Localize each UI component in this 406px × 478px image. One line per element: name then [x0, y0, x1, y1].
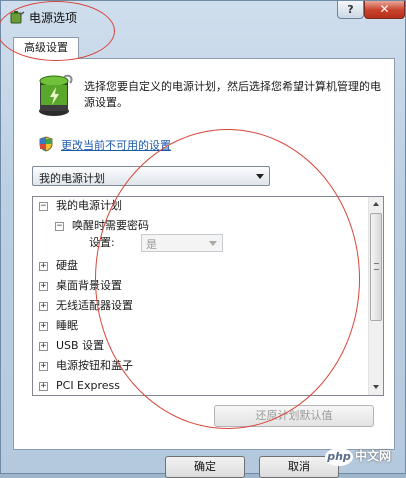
collapse-icon[interactable]: − [39, 202, 48, 211]
expand-icon[interactable]: + [39, 322, 48, 331]
tree-item-label: 电源按钮和盖子 [56, 359, 133, 372]
settings-tree: − 我的电源计划 − 唤醒时需要密码 设置: 是 + 硬盘 + 桌面背景设置 +… [32, 196, 384, 396]
scroll-down-icon[interactable] [369, 380, 383, 395]
tree-item-label: 无线适配器设置 [56, 299, 133, 312]
power-options-icon [10, 11, 25, 24]
chevron-down-icon [209, 241, 217, 246]
chevron-down-icon [256, 174, 264, 179]
expand-icon[interactable]: + [39, 302, 48, 311]
setting-row: 设置: [89, 234, 149, 252]
change-unavailable-settings-link[interactable]: 更改当前不可用的设置 [61, 137, 171, 153]
advanced-settings-panel: 选择您要自定义的电源计划，然后选择您希望计算机管理的电源设置。 更改当前不可用的… [13, 58, 395, 450]
restore-defaults-button[interactable]: 还原计划默认值 [214, 405, 374, 427]
help-button[interactable]: ? [337, 1, 364, 19]
ok-button[interactable]: 确定 [165, 456, 245, 478]
title-bar: 电源选项 ? ✕ [1, 1, 405, 31]
expand-icon[interactable]: + [39, 282, 48, 291]
scrollbar-thumb[interactable] [370, 213, 382, 321]
tree-item-label: 桌面背景设置 [56, 279, 122, 292]
power-options-dialog: 电源选项 ? ✕ 高级设置 选择您要自定义的电源计划，然后选择您希望计算机管理的… [0, 0, 406, 478]
tree-item-label: 硬盘 [56, 259, 78, 272]
power-plan-select-value: 我的电源计划 [39, 172, 105, 185]
shield-icon [39, 136, 53, 152]
grip-icon [374, 263, 379, 270]
vertical-scrollbar[interactable] [368, 197, 383, 395]
php-logo-icon: php [325, 448, 353, 466]
tree-item-label: 我的电源计划 [56, 199, 122, 212]
panel-description: 选择您要自定义的电源计划，然后选择您希望计算机管理的电源设置。 [84, 80, 381, 109]
tab-advanced-settings[interactable]: 高级设置 [13, 37, 79, 59]
tree-item-label: PCI Express [56, 379, 121, 392]
close-button[interactable]: ✕ [364, 1, 405, 19]
expand-icon[interactable]: + [39, 262, 48, 271]
watermark-text: 中文网 [355, 449, 392, 463]
watermark-logo: php 中文网 [325, 447, 399, 469]
setting-value-select[interactable]: 是 [141, 234, 223, 252]
battery-icon [39, 74, 73, 116]
expand-icon[interactable]: + [39, 362, 48, 371]
expand-icon[interactable]: + [39, 382, 48, 391]
setting-value: 是 [146, 238, 157, 251]
power-plan-select[interactable]: 我的电源计划 [32, 166, 270, 186]
tree-item-label: 唤醒时需要密码 [72, 219, 149, 232]
setting-label: 设置: [89, 236, 115, 249]
collapse-icon[interactable]: − [55, 222, 64, 231]
window-title: 电源选项 [29, 11, 78, 25]
tree-item-label: USB 设置 [56, 339, 105, 352]
tree-item-label: 睡眠 [56, 319, 78, 332]
scroll-up-icon[interactable] [369, 197, 383, 212]
expand-icon[interactable]: + [39, 342, 48, 351]
